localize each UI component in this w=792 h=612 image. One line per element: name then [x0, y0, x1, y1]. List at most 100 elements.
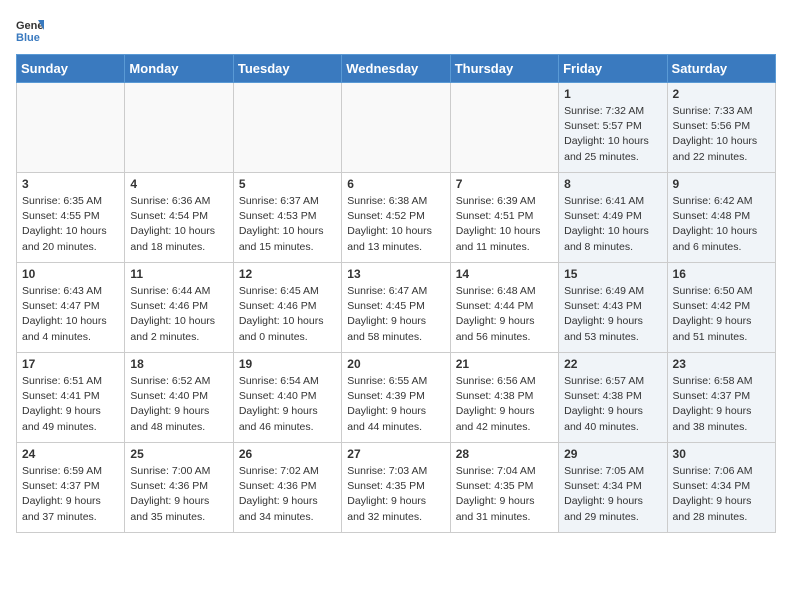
day-info: Sunrise: 6:36 AM Sunset: 4:54 PM Dayligh…	[130, 194, 227, 255]
day-info: Sunrise: 6:38 AM Sunset: 4:52 PM Dayligh…	[347, 194, 444, 255]
day-info: Sunrise: 6:54 AM Sunset: 4:40 PM Dayligh…	[239, 374, 336, 435]
day-number: 1	[564, 87, 661, 101]
day-number: 13	[347, 267, 444, 281]
calendar-cell: 13 Sunrise: 6:47 AM Sunset: 4:45 PM Dayli…	[342, 263, 450, 353]
calendar-cell: 3 Sunrise: 6:35 AM Sunset: 4:55 PM Daylig…	[17, 173, 125, 263]
calendar-cell: 17 Sunrise: 6:51 AM Sunset: 4:41 PM Dayli…	[17, 353, 125, 443]
day-number: 30	[673, 447, 770, 461]
day-number: 17	[22, 357, 119, 371]
calendar-week-3: 10Sunrise: 6:43 AM Sunset: 4:47 PM Dayli…	[17, 263, 776, 353]
calendar-cell: 16 Sunrise: 6:50 AM Sunset: 4:42 PM Dayli…	[667, 263, 775, 353]
day-number: 25	[130, 447, 227, 461]
day-info: Sunrise: 6:45 AM Sunset: 4:46 PM Dayligh…	[239, 284, 336, 345]
day-number: 6	[347, 177, 444, 191]
calendar-cell: 24Sunrise: 6:59 AM Sunset: 4:37 PM Dayli…	[17, 443, 125, 533]
day-header-sunday: Sunday	[17, 55, 125, 83]
calendar-cell: 22Sunrise: 6:57 AM Sunset: 4:38 PM Dayli…	[559, 353, 667, 443]
day-number: 16	[673, 267, 770, 281]
day-number: 19	[239, 357, 336, 371]
day-info: Sunrise: 7:33 AM Sunset: 5:56 PM Dayligh…	[673, 104, 770, 165]
calendar-cell: 23Sunrise: 6:58 AM Sunset: 4:37 PM Dayli…	[667, 353, 775, 443]
calendar-cell: 18 Sunrise: 6:52 AM Sunset: 4:40 PM Dayli…	[125, 353, 233, 443]
calendar-header-row: SundayMondayTuesdayWednesdayThursdayFrid…	[17, 55, 776, 83]
day-number: 28	[456, 447, 553, 461]
calendar-cell: 28 Sunrise: 7:04 AM Sunset: 4:35 PM Dayli…	[450, 443, 558, 533]
day-info: Sunrise: 7:00 AM Sunset: 4:36 PM Dayligh…	[130, 464, 227, 525]
day-number: 15	[564, 267, 661, 281]
day-header-friday: Friday	[559, 55, 667, 83]
day-number: 9	[673, 177, 770, 191]
day-number: 27	[347, 447, 444, 461]
svg-text:Blue: Blue	[16, 32, 40, 44]
day-info: Sunrise: 6:55 AM Sunset: 4:39 PM Dayligh…	[347, 374, 444, 435]
calendar-cell: 11 Sunrise: 6:44 AM Sunset: 4:46 PM Dayli…	[125, 263, 233, 353]
calendar-cell: 21Sunrise: 6:56 AM Sunset: 4:38 PM Dayli…	[450, 353, 558, 443]
day-number: 14	[456, 267, 553, 281]
day-info: Sunrise: 6:47 AM Sunset: 4:45 PM Dayligh…	[347, 284, 444, 345]
day-number: 29	[564, 447, 661, 461]
header: General Blue	[16, 16, 776, 44]
calendar-cell: 26 Sunrise: 7:02 AM Sunset: 4:36 PM Dayli…	[233, 443, 341, 533]
calendar-cell: 10Sunrise: 6:43 AM Sunset: 4:47 PM Dayli…	[17, 263, 125, 353]
day-number: 22	[564, 357, 661, 371]
calendar-cell	[233, 83, 341, 173]
day-info: Sunrise: 7:05 AM Sunset: 4:34 PM Dayligh…	[564, 464, 661, 525]
day-info: Sunrise: 7:02 AM Sunset: 4:36 PM Dayligh…	[239, 464, 336, 525]
calendar-week-1: 1 Sunrise: 7:32 AM Sunset: 5:57 PM Daylig…	[17, 83, 776, 173]
calendar-cell: 19 Sunrise: 6:54 AM Sunset: 4:40 PM Dayli…	[233, 353, 341, 443]
day-info: Sunrise: 6:39 AM Sunset: 4:51 PM Dayligh…	[456, 194, 553, 255]
calendar-week-5: 24Sunrise: 6:59 AM Sunset: 4:37 PM Dayli…	[17, 443, 776, 533]
day-number: 20	[347, 357, 444, 371]
calendar-cell: 12 Sunrise: 6:45 AM Sunset: 4:46 PM Dayli…	[233, 263, 341, 353]
day-info: Sunrise: 6:56 AM Sunset: 4:38 PM Dayligh…	[456, 374, 553, 435]
day-info: Sunrise: 7:06 AM Sunset: 4:34 PM Dayligh…	[673, 464, 770, 525]
day-number: 12	[239, 267, 336, 281]
day-info: Sunrise: 6:37 AM Sunset: 4:53 PM Dayligh…	[239, 194, 336, 255]
calendar-cell: 20 Sunrise: 6:55 AM Sunset: 4:39 PM Dayli…	[342, 353, 450, 443]
day-info: Sunrise: 6:51 AM Sunset: 4:41 PM Dayligh…	[22, 374, 119, 435]
day-header-saturday: Saturday	[667, 55, 775, 83]
day-info: Sunrise: 6:41 AM Sunset: 4:49 PM Dayligh…	[564, 194, 661, 255]
day-header-wednesday: Wednesday	[342, 55, 450, 83]
day-info: Sunrise: 6:42 AM Sunset: 4:48 PM Dayligh…	[673, 194, 770, 255]
day-header-tuesday: Tuesday	[233, 55, 341, 83]
day-number: 2	[673, 87, 770, 101]
calendar-week-4: 17 Sunrise: 6:51 AM Sunset: 4:41 PM Dayli…	[17, 353, 776, 443]
day-info: Sunrise: 6:48 AM Sunset: 4:44 PM Dayligh…	[456, 284, 553, 345]
day-info: Sunrise: 7:03 AM Sunset: 4:35 PM Dayligh…	[347, 464, 444, 525]
day-info: Sunrise: 6:50 AM Sunset: 4:42 PM Dayligh…	[673, 284, 770, 345]
day-number: 5	[239, 177, 336, 191]
calendar-table: SundayMondayTuesdayWednesdayThursdayFrid…	[16, 54, 776, 533]
day-number: 8	[564, 177, 661, 191]
day-number: 26	[239, 447, 336, 461]
calendar-cell: 6 Sunrise: 6:38 AM Sunset: 4:52 PM Daylig…	[342, 173, 450, 263]
day-info: Sunrise: 6:44 AM Sunset: 4:46 PM Dayligh…	[130, 284, 227, 345]
calendar-cell	[17, 83, 125, 173]
day-info: Sunrise: 6:52 AM Sunset: 4:40 PM Dayligh…	[130, 374, 227, 435]
day-header-thursday: Thursday	[450, 55, 558, 83]
calendar-cell	[342, 83, 450, 173]
calendar-cell: 9 Sunrise: 6:42 AM Sunset: 4:48 PM Daylig…	[667, 173, 775, 263]
calendar-cell: 29 Sunrise: 7:05 AM Sunset: 4:34 PM Dayli…	[559, 443, 667, 533]
calendar-cell	[450, 83, 558, 173]
calendar-cell: 2 Sunrise: 7:33 AM Sunset: 5:56 PM Daylig…	[667, 83, 775, 173]
day-number: 4	[130, 177, 227, 191]
logo: General Blue	[16, 16, 44, 44]
calendar-cell: 7 Sunrise: 6:39 AM Sunset: 4:51 PM Daylig…	[450, 173, 558, 263]
day-info: Sunrise: 7:32 AM Sunset: 5:57 PM Dayligh…	[564, 104, 661, 165]
day-number: 11	[130, 267, 227, 281]
calendar-week-2: 3 Sunrise: 6:35 AM Sunset: 4:55 PM Daylig…	[17, 173, 776, 263]
calendar-cell	[125, 83, 233, 173]
calendar-cell: 4 Sunrise: 6:36 AM Sunset: 4:54 PM Daylig…	[125, 173, 233, 263]
calendar-cell: 15 Sunrise: 6:49 AM Sunset: 4:43 PM Dayli…	[559, 263, 667, 353]
day-number: 23	[673, 357, 770, 371]
day-number: 3	[22, 177, 119, 191]
day-info: Sunrise: 6:35 AM Sunset: 4:55 PM Dayligh…	[22, 194, 119, 255]
day-number: 7	[456, 177, 553, 191]
day-info: Sunrise: 7:04 AM Sunset: 4:35 PM Dayligh…	[456, 464, 553, 525]
day-info: Sunrise: 6:49 AM Sunset: 4:43 PM Dayligh…	[564, 284, 661, 345]
logo-icon: General Blue	[16, 16, 44, 44]
day-number: 18	[130, 357, 227, 371]
day-number: 24	[22, 447, 119, 461]
calendar-body: 1 Sunrise: 7:32 AM Sunset: 5:57 PM Daylig…	[17, 83, 776, 533]
